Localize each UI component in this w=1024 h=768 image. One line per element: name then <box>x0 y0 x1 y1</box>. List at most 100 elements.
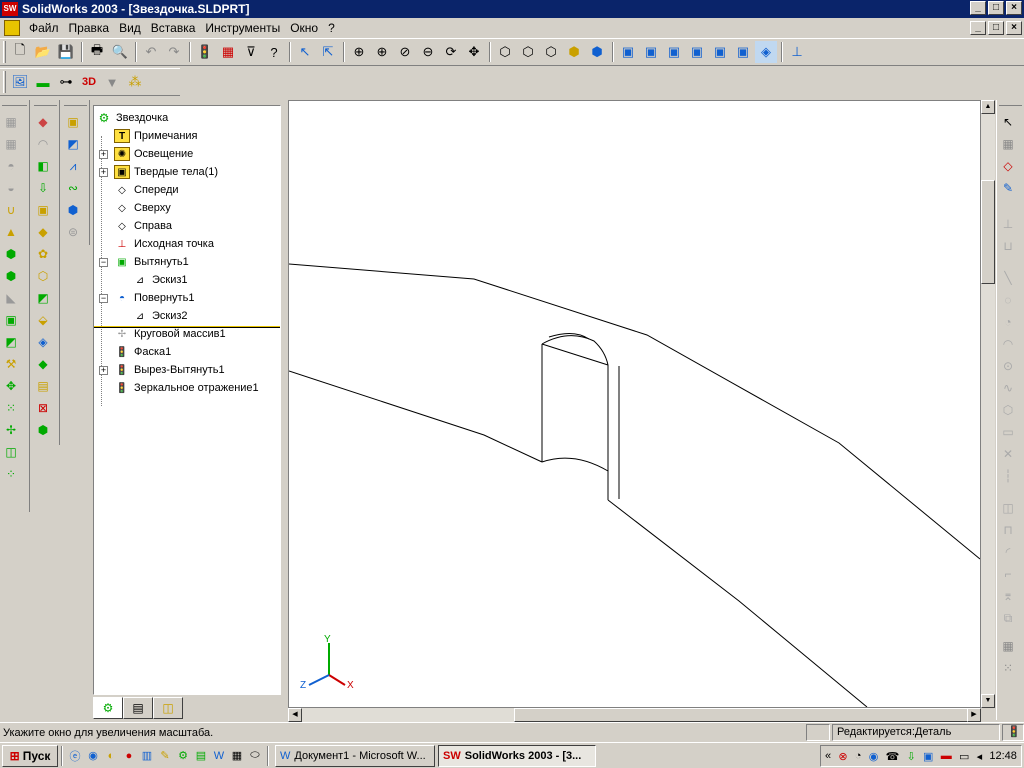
zoom-to-area-icon[interactable]: ⊕ <box>371 41 393 63</box>
linear-pattern-icon[interactable]: ⁙ <box>0 398 22 418</box>
intersect-icon[interactable]: ⊠ <box>32 398 54 418</box>
toolbar-grip[interactable] <box>3 41 6 63</box>
ie-icon[interactable]: ⓔ <box>66 747 84 765</box>
rebuild-icon[interactable]: 🚦 <box>194 41 216 63</box>
shell-icon[interactable]: ◣ <box>0 288 22 308</box>
image-icon[interactable]: 🖼 <box>9 71 31 93</box>
trim-icon[interactable]: ⊓ <box>997 520 1019 540</box>
flex-icon[interactable]: ⬙ <box>32 310 54 330</box>
sketch-pattern-icon[interactable]: ▦ <box>997 636 1019 656</box>
wireframe-icon[interactable]: ⬡ <box>494 41 516 63</box>
rectangle-icon[interactable]: ◌ <box>997 290 1019 310</box>
sketch-fillet-icon[interactable]: ◜ <box>997 542 1019 562</box>
tangent-arc-icon[interactable]: ◠ <box>997 334 1019 354</box>
reference-axis-icon[interactable]: ◩ <box>62 134 84 154</box>
view-bottom-icon[interactable]: ▣ <box>732 41 754 63</box>
select-icon[interactable]: ↖ <box>294 41 316 63</box>
menu-help[interactable]: ? <box>323 21 340 35</box>
move-icon[interactable]: ✥ <box>0 376 22 396</box>
sketch-3d-icon[interactable]: ▦ <box>0 134 22 154</box>
normal-to-icon[interactable]: ⊥ <box>786 41 808 63</box>
calculator-icon[interactable]: ▦ <box>228 747 246 765</box>
tree-item-annotations[interactable]: T Примечания <box>114 127 198 145</box>
camera-icon[interactable]: ▬ <box>32 71 54 93</box>
polygon-icon[interactable]: ⬡ <box>997 400 1019 420</box>
split-icon[interactable]: ◆ <box>32 354 54 374</box>
hidden-lines-visible-icon[interactable]: ⬡ <box>517 41 539 63</box>
vertical-scroll-thumb[interactable] <box>981 180 995 284</box>
expand-cut-extrude1[interactable]: + <box>99 366 108 375</box>
document-menu-icon[interactable] <box>4 20 20 36</box>
word-icon[interactable]: W <box>210 747 228 765</box>
circle-icon[interactable]: ⊙ <box>997 356 1019 376</box>
toolbar-grip[interactable] <box>3 71 6 93</box>
sketch-linear-pattern-icon[interactable]: ⁙ <box>997 658 1019 678</box>
expand-lighting[interactable]: + <box>99 150 108 159</box>
view-back-icon[interactable]: ▣ <box>640 41 662 63</box>
scroll-left-button[interactable]: ◀ <box>288 708 302 722</box>
network-app-icon[interactable]: ⚙ <box>174 747 192 765</box>
tree-item-lighting[interactable]: ✺ Освещение <box>114 145 193 163</box>
offset-icon[interactable]: ◫ <box>997 498 1019 518</box>
sketch-pencil-icon[interactable]: ✎ <box>997 178 1019 198</box>
undo-icon[interactable]: ↶ <box>140 41 162 63</box>
grid-icon[interactable]: ▦ <box>997 134 1019 154</box>
feature-manager-tree[interactable]: ⚙ Звездочка T Примечания + ✺ Освещение +… <box>93 105 281 695</box>
horizontal-scroll-thumb[interactable] <box>514 708 976 722</box>
start-button[interactable]: ⊞ Пуск <box>2 744 58 767</box>
scroll-down-button[interactable]: ▼ <box>981 694 995 708</box>
wrap-icon[interactable]: ◈ <box>32 332 54 352</box>
view-right-icon[interactable]: ▣ <box>686 41 708 63</box>
tray-speaker-icon[interactable]: ◂ <box>977 750 983 763</box>
task-solidworks[interactable]: SW SolidWorks 2003 - [3... <box>438 744 596 767</box>
vertical-scrollbar[interactable]: ▲ ▼ <box>981 100 995 708</box>
open-icon[interactable]: 📂 <box>32 41 54 63</box>
excel-icon[interactable]: ▤ <box>192 747 210 765</box>
dimension-icon[interactable]: ⊥ <box>997 214 1019 234</box>
title-bar[interactable]: SW SolidWorks 2003 - [Звездочка.SLDPRT] … <box>0 0 1024 18</box>
view-front-icon[interactable]: ▣ <box>617 41 639 63</box>
horizontal-scrollbar[interactable]: ◀ ▶ <box>288 708 981 722</box>
minimize-button[interactable]: _ <box>970 1 986 15</box>
line-icon[interactable]: ╲ <box>997 268 1019 288</box>
tray-connection-icon[interactable]: ▣ <box>923 750 933 763</box>
tree-item-front-plane[interactable]: ◇ Спереди <box>114 181 178 199</box>
indent-icon[interactable]: ◩ <box>32 288 54 308</box>
view-top-icon[interactable]: ▣ <box>709 41 731 63</box>
select-filter-icon[interactable]: ⇱ <box>317 41 339 63</box>
chamfer-icon[interactable]: ◠ <box>32 134 54 154</box>
menu-edit[interactable]: Правка <box>64 21 115 35</box>
tree-item-revolve1[interactable]: ◓ Повернуть1 <box>114 289 194 307</box>
hidden-lines-removed-icon[interactable]: ⬡ <box>540 41 562 63</box>
zoom-to-fit-icon[interactable]: ⊕ <box>348 41 370 63</box>
menu-view[interactable]: Вид <box>114 21 146 35</box>
view-isometric-icon[interactable]: ◈ <box>755 41 777 63</box>
print-preview-icon[interactable]: 🔍 <box>109 41 131 63</box>
rebuild-status-icon[interactable]: 🚦 <box>1002 724 1024 741</box>
pan-icon[interactable]: ✥ <box>463 41 485 63</box>
circular-pattern-icon[interactable]: ✢ <box>0 420 22 440</box>
scroll-up-button[interactable]: ▲ <box>981 100 995 114</box>
redo-icon[interactable]: ↷ <box>163 41 185 63</box>
zoom-in-out-icon[interactable]: ⊘ <box>394 41 416 63</box>
tree-item-origin[interactable]: ⊥ Исходная точка <box>114 235 214 253</box>
extrude-boss-icon[interactable]: ⬢ <box>0 244 22 264</box>
windows-commander-icon[interactable]: ▥ <box>138 747 156 765</box>
tray-antivirus-icon[interactable]: ◉ <box>869 750 879 763</box>
tree-item-top-plane[interactable]: ◇ Сверху <box>114 199 171 217</box>
save-icon[interactable]: 💾 <box>55 41 77 63</box>
tray-modem-icon[interactable]: ☎ <box>886 750 900 763</box>
revolve-boss-icon[interactable]: ⬢ <box>0 266 22 286</box>
graphics-area[interactable]: Y X Z <box>288 100 981 708</box>
pencil-app-icon[interactable]: ✎ <box>156 747 174 765</box>
convert-entities-icon[interactable]: ⌆ <box>997 586 1019 606</box>
shadow-icon[interactable]: ⬢ <box>586 41 608 63</box>
doc-restore-button[interactable]: □ <box>988 21 1004 35</box>
whats-this-icon[interactable]: ? <box>263 41 285 63</box>
shaded-icon[interactable]: ⬢ <box>563 41 585 63</box>
tray-network-icon[interactable]: ⊗ <box>838 750 847 763</box>
tree-item-chamfer1[interactable]: 🚦 Фаска1 <box>114 343 172 361</box>
collapse-revolve1[interactable]: − <box>99 294 108 303</box>
section-view-icon[interactable]: ⊶ <box>55 71 77 93</box>
loft-icon[interactable]: ▲ <box>0 222 22 242</box>
